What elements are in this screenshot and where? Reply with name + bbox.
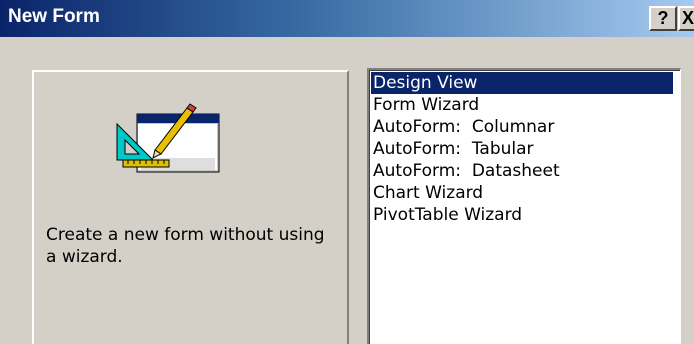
close-button[interactable]: X bbox=[678, 6, 694, 31]
list-item[interactable]: PivotTable Wizard bbox=[371, 204, 673, 226]
list-item[interactable]: Form Wizard bbox=[371, 94, 673, 116]
list-item[interactable]: AutoForm: Columnar bbox=[371, 116, 673, 138]
title-bar[interactable]: New Form ? X bbox=[0, 0, 694, 37]
preview-panel: Create a new form without using a wizard… bbox=[32, 70, 349, 344]
form-design-icon bbox=[115, 102, 225, 190]
form-description: Create a new form without using a wizard… bbox=[46, 225, 325, 267]
list-item[interactable]: AutoForm: Datasheet bbox=[371, 160, 673, 182]
window-title: New Form bbox=[8, 6, 100, 27]
form-type-list[interactable]: Design View Form Wizard AutoForm: Columnar… bbox=[367, 68, 681, 344]
dialog-body: Create a new form without using a wizard… bbox=[0, 37, 694, 344]
list-item[interactable]: Design View bbox=[371, 72, 673, 94]
list-item[interactable]: Chart Wizard bbox=[371, 182, 673, 204]
list-item[interactable]: AutoForm: Tabular bbox=[371, 138, 673, 160]
help-button[interactable]: ? bbox=[649, 6, 677, 31]
